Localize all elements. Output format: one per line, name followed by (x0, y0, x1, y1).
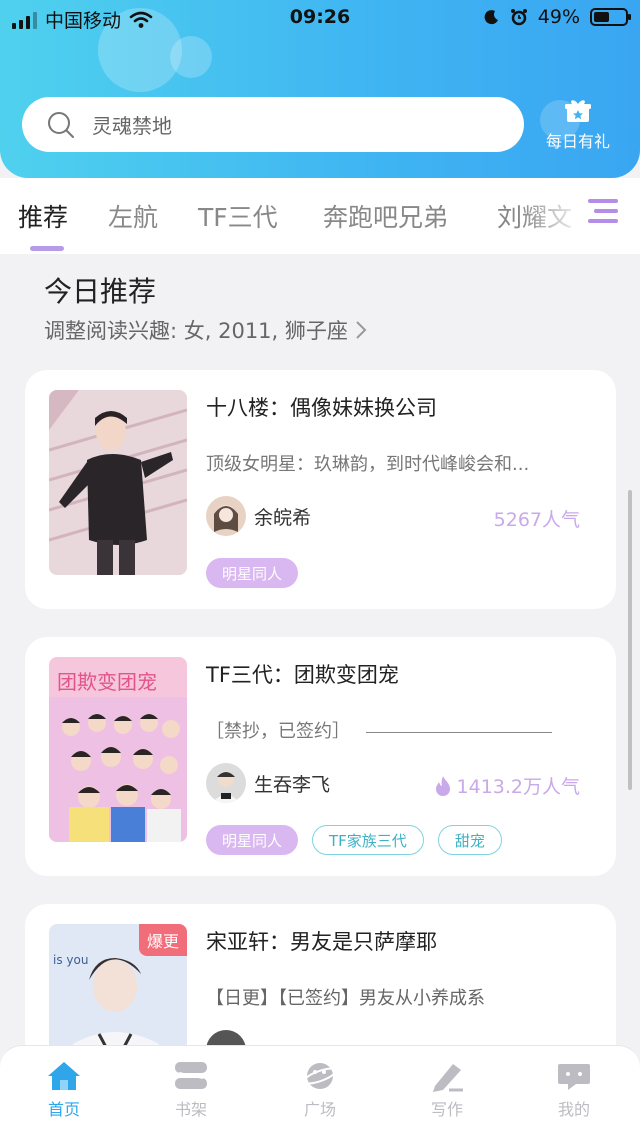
book-title: 十八楼：偶像妹妹换公司 (206, 396, 437, 420)
book-card[interactable]: 团欺变团宠 TF三代：团欺变团宠 ［禁抄，已签约］ 生吞李飞 1413.2万人气… (25, 637, 616, 876)
flame-icon (435, 775, 450, 796)
tab-running-man[interactable]: 奔跑吧兄弟 (323, 198, 448, 234)
book-cover (49, 390, 187, 575)
book-title: TF三代：团欺变团宠 (206, 663, 399, 687)
nav-label: 首页 (47, 1100, 80, 1119)
author-name: 生吞李飞 (254, 773, 331, 796)
nav-me[interactable]: 我的 (534, 1060, 614, 1120)
tab-tf3[interactable]: TF三代 (198, 198, 278, 234)
nav-write[interactable]: 写作 (407, 1060, 487, 1120)
bookshelf-icon (175, 1062, 207, 1089)
search-placeholder: 灵魂禁地 (92, 114, 172, 138)
popularity-text: 5267人气 (493, 509, 580, 531)
tag-list: 明星同人 (206, 558, 299, 588)
nav-bookshelf[interactable]: 书架 (151, 1060, 231, 1120)
tab-recommend[interactable]: 推荐 (18, 198, 68, 234)
bottom-nav: 首页 书架 广场 写作 我的 (0, 1045, 640, 1139)
cover-title-text: 团欺变团宠 (57, 670, 157, 694)
nav-home[interactable]: 首页 (24, 1060, 104, 1120)
chevron-right-icon (356, 321, 367, 339)
tag[interactable]: TF家族三代 (312, 825, 424, 855)
battery-text: 49% (537, 6, 580, 28)
book-description: 【日更】【已签约】男友从小养成系 (206, 988, 485, 1009)
tag[interactable]: 甜宠 (437, 825, 502, 855)
book-title: 宋亚轩：男友是只萨摩耶 (206, 930, 437, 954)
section-subtitle: 调整阅读兴趣: 女, 2011, 狮子座 (44, 319, 348, 343)
menu-icon[interactable] (586, 195, 620, 227)
nav-label: 书架 (174, 1100, 207, 1119)
book-cover: 团欺变团宠 (49, 657, 187, 842)
book-description-text: ［禁抄，已签约］ (206, 721, 350, 742)
popularity-text: 1413.2万人气 (456, 776, 580, 798)
tag[interactable]: 明星同人 (206, 825, 299, 855)
cover-text: is you (53, 953, 88, 967)
book-description: 顶级女明星：玖琳韵，到时代峰峻会和... (206, 454, 530, 475)
status-bar: 中国移动 09:26 49% (0, 0, 640, 36)
active-tab-indicator (30, 246, 64, 251)
avatar (206, 496, 246, 536)
book-card[interactable]: 十八楼：偶像妹妹换公司 顶级女明星：玖琳韵，到时代峰峻会和... 余皖希 526… (25, 370, 616, 609)
nav-label: 写作 (430, 1100, 463, 1119)
author-info[interactable]: 余皖希 (206, 496, 311, 536)
battery-icon (590, 8, 631, 26)
status-right: 49% (484, 6, 631, 28)
planet-icon (302, 1063, 338, 1089)
gift-icon (565, 100, 591, 122)
decor-bubble (170, 36, 212, 78)
hot-update-badge: 爆更 (138, 924, 187, 956)
section-title: 今日推荐 (44, 275, 157, 308)
author-name: 余皖希 (254, 506, 312, 529)
popularity: 5267人气 (494, 505, 580, 532)
tag[interactable]: 明星同人 (206, 558, 299, 588)
search-bar[interactable]: 灵魂禁地 (22, 97, 524, 152)
author-info[interactable]: 生吞李飞 (206, 763, 330, 803)
tabs-fade (520, 178, 640, 254)
category-tabs: 推荐 左航 TF三代 奔跑吧兄弟 刘耀文 (0, 178, 640, 254)
tag-list: 明星同人 TF家族三代 甜宠 (206, 825, 502, 855)
gift-label: 每日有礼 (545, 132, 610, 151)
nav-label: 广场 (303, 1100, 336, 1119)
avatar (206, 763, 246, 803)
nav-label: 我的 (557, 1100, 590, 1119)
divider-line (365, 731, 552, 733)
top-header: 中国移动 09:26 49% 灵魂禁地 每日有礼 (0, 0, 640, 178)
daily-gift-button[interactable]: 每日有礼 (540, 98, 616, 152)
home-icon (48, 1062, 80, 1090)
interest-settings-link[interactable]: 调整阅读兴趣: 女, 2011, 狮子座 (44, 315, 368, 345)
profile-icon (558, 1064, 590, 1090)
search-icon (48, 111, 74, 138)
alarm-icon (510, 9, 527, 26)
popularity: 1413.2万人气 (435, 772, 580, 799)
pen-icon (433, 1064, 463, 1092)
tab-zuohang[interactable]: 左航 (108, 198, 158, 234)
book-description: ［禁抄，已签约］ (206, 717, 552, 743)
nav-plaza[interactable]: 广场 (280, 1060, 360, 1120)
moon-icon (484, 10, 498, 25)
scrollbar[interactable] (628, 490, 632, 790)
